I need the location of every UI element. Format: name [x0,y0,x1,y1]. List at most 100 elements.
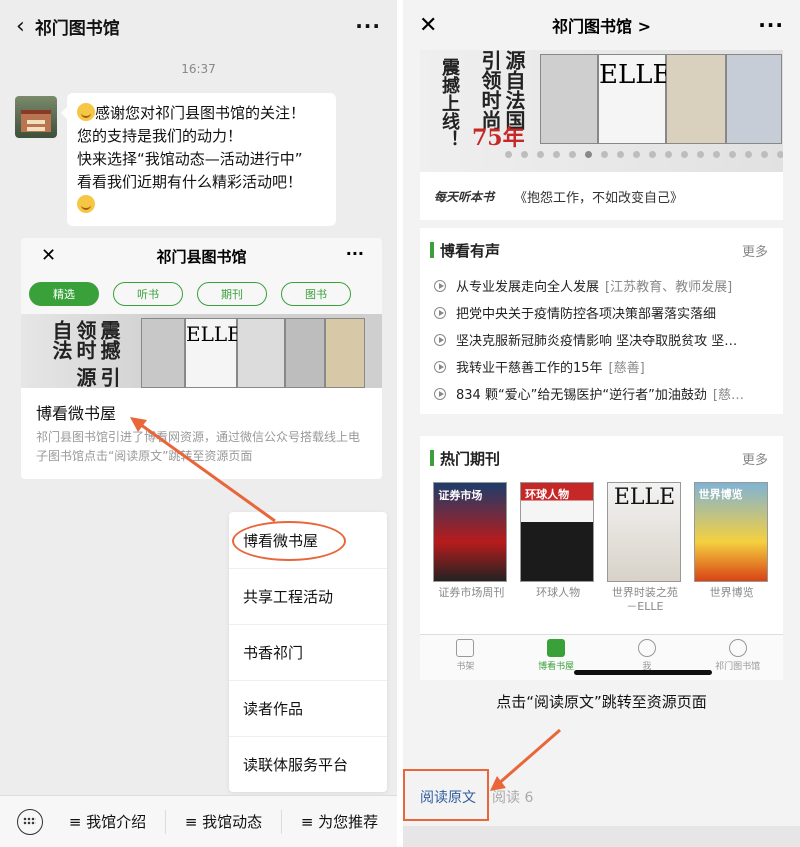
play-icon [434,360,446,373]
chip-periodical: 期刊 [197,282,267,306]
daily-book-logo: 每天听本书 [434,189,495,204]
card-banner-image: 震撼 引领时 源自法 ELLE [21,314,382,388]
banner-calligraphy: 震撼 引领时 源自法 [49,320,121,387]
tab-bookshelf[interactable]: 书架 [420,635,511,680]
magazine-name: 世界博览 [709,586,754,599]
smile-emoji-icon [77,103,95,121]
chip-audiobook: 听书 [113,282,183,306]
article-navbar: ✕ 祁门图书馆 > ··· [403,0,800,50]
magazine-cover: ELLE [606,482,681,582]
magazine-name: 证券市场周刊 [438,586,505,599]
magazine-cover: 环球人物 [520,482,595,582]
more-dots-icon: ··· [345,244,364,263]
message-time: 16:37 [181,62,216,76]
audio-item-tag: [慈善] [608,361,645,376]
card-description: 祁门县图书馆引进了博看网资源，通过微信公众号搭载线上电子图书馆点击“阅读原文”跳… [36,430,361,463]
chat-navbar: ‹ 祁门图书馆 ··· [0,0,397,52]
magazine-cover: 证券市场 [433,482,508,582]
banner-years: 75年 [472,125,525,151]
back-arrow-icon[interactable]: ‹ [16,14,25,39]
menu-item-shared-project[interactable]: 共享工程活动 [229,568,387,624]
more-dots-icon[interactable]: ··· [758,13,784,37]
tab-recommend[interactable]: ≡ 为您推荐 [281,809,397,834]
message-line-1: 感谢您对祁门县图书馆的关注！ [95,104,306,122]
magazine-more-link[interactable]: 更多 [742,449,768,468]
banner-text-1: 震撼上线！ [439,58,460,148]
audio-section-header: 博看有声 更多 [420,228,783,272]
tab-news[interactable]: ≡ 我馆动态 [165,809,281,834]
magazine-item[interactable]: 环球人物 环球人物 [520,482,596,614]
audio-item-title: 坚决克服新冠肺炎疫情影响 坚决夺取脱贫攻 坚… [456,334,738,349]
chat-panel: ‹ 祁门图书馆 ··· 16:37 感谢您对祁门县图书馆的关注！ 您的支持是我们… [0,0,397,847]
message-line-2: 您的支持是我们的动力！ [77,127,243,145]
magazine-section-header: 热门期刊 更多 [420,436,783,480]
audio-section: 博看有声 更多 从专业发展走向全人发展 [江苏教育、教师发展] 把党中央关于疫情防… [420,228,783,414]
article-title[interactable]: 祁门图书馆 > [552,13,651,37]
magazine-item[interactable]: ELLE 世界时装之苑－ELLE [606,482,683,614]
message-line-4: 看看我们近期有什么精彩活动吧！ [77,173,303,191]
magazine-cover: 世界博览 [693,482,768,582]
magazine-list: 证券市场 证券市场周刊 环球人物 环球人物 ELLE 世界时装之苑－ELLE 世… [420,480,783,614]
audio-item-title: 834 颗“爱心”给无锡医护“逆行者”加油鼓劲 [456,388,707,403]
message-line-3: 快来选择“我馆动态—活动进行中” [77,150,303,168]
more-dots-icon[interactable]: ··· [355,14,381,38]
keyboard-icon[interactable] [10,802,50,842]
card-header: ✕ 祁门县图书馆 ··· [21,238,382,274]
banner-text-2: 引领时尚 [478,50,502,130]
menu-item-reader-works[interactable]: 读者作品 [229,680,387,736]
book-icon [547,639,566,657]
highlight-box [403,769,489,821]
menu-item-shuxiang-qimen[interactable]: 书香祁门 [229,624,387,680]
audio-item-tag: [慈… [712,388,744,403]
audio-item-title: 我转业干慈善工作的15年 [456,361,603,376]
chip-featured: 精选 [29,282,99,306]
magazine-section-title: 热门期刊 [440,449,501,468]
read-count: 阅读 6 [492,790,534,806]
magazine-name: 世界时装之苑－ELLE [611,586,678,613]
promo-banner[interactable]: 震撼上线！ 引领时尚 源自法国 75年 ELLE [420,50,783,172]
highlight-oval [232,521,346,561]
card-header-title: 祁门县图书馆 [156,247,247,266]
menu-item-service-platform[interactable]: 读联体服务平台 [229,736,387,792]
play-icon [434,333,446,346]
play-icon [434,387,446,400]
bookshelf-icon [456,639,475,657]
audio-more-link[interactable]: 更多 [742,241,768,260]
play-icon [434,279,446,292]
banner-text-3: 源自法国 [502,50,526,130]
smile-emoji-icon [77,195,95,213]
daily-book-title: 《抱怨工作，不如改变自己》 [514,190,684,206]
magazine-item[interactable]: 证券市场 证券市场周刊 [433,482,509,614]
audio-item[interactable]: 把党中央关于疫情防控各项决策部署落实落细 [420,299,783,326]
magazine-name: 环球人物 [536,586,581,599]
audio-item-tag: [江苏教育、教师发展] [605,280,733,295]
category-chips: 精选 听书 期刊 图书 [21,274,382,314]
close-icon[interactable]: ✕ [419,13,437,38]
article-panel: ✕ 祁门图书馆 > ··· 震撼上线！ 引领时尚 源自法国 75年 ELLE 每… [403,0,800,847]
message-bubble: 感谢您对祁门县图书馆的关注！ 您的支持是我们的动力！ 快来选择“我馆动态—活动进… [61,93,336,226]
menu-bar: ≡ 我馆介绍 ≡ 我馆动态 ≡ 为您推荐 [0,795,397,847]
card-title: 博看微书屋 [36,404,117,423]
audio-section-title: 博看有声 [440,241,501,260]
instruction-caption: 点击“阅读原文”跳转至资源页面 [496,693,707,711]
close-icon: ✕ [41,245,57,266]
home-indicator [574,670,712,675]
chat-title: 祁门图书馆 [34,18,120,39]
audio-item-title: 把党中央关于疫情防控各项决策部署落实落细 [456,307,717,322]
tab-about[interactable]: ≡ 我馆介绍 [50,810,165,834]
audio-item[interactable]: 从专业发展走向全人发展 [江苏教育、教师发展] [420,272,783,299]
magazine-section: 热门期刊 更多 证券市场 证券市场周刊 环球人物 环球人物 ELLE 世界时装之… [420,436,783,634]
user-icon [637,639,656,657]
chip-books: 图书 [281,282,351,306]
audio-item[interactable]: 834 颗“爱心”给无锡医护“逆行者”加油鼓劲 [慈… [420,380,783,407]
footer-strip [403,826,800,847]
daily-book-bar[interactable]: 每天听本书 《抱怨工作，不如改变自己》 [420,172,783,220]
play-icon [434,306,446,319]
article-card[interactable]: ✕ 祁门县图书馆 ··· 精选 听书 期刊 图书 震撼 引领时 源自法 ELLE… [21,238,382,479]
audio-item[interactable]: 我转业干慈善工作的15年 [慈善] [420,353,783,380]
audio-item[interactable]: 坚决克服新冠肺炎疫情影响 坚决夺取脱贫攻 坚… [420,326,783,353]
magazine-item[interactable]: 世界博览 世界博览 [693,482,770,614]
banner-pagination [505,151,783,158]
audio-item-title: 从专业发展走向全人发展 [456,280,600,295]
avatar[interactable] [15,96,57,138]
